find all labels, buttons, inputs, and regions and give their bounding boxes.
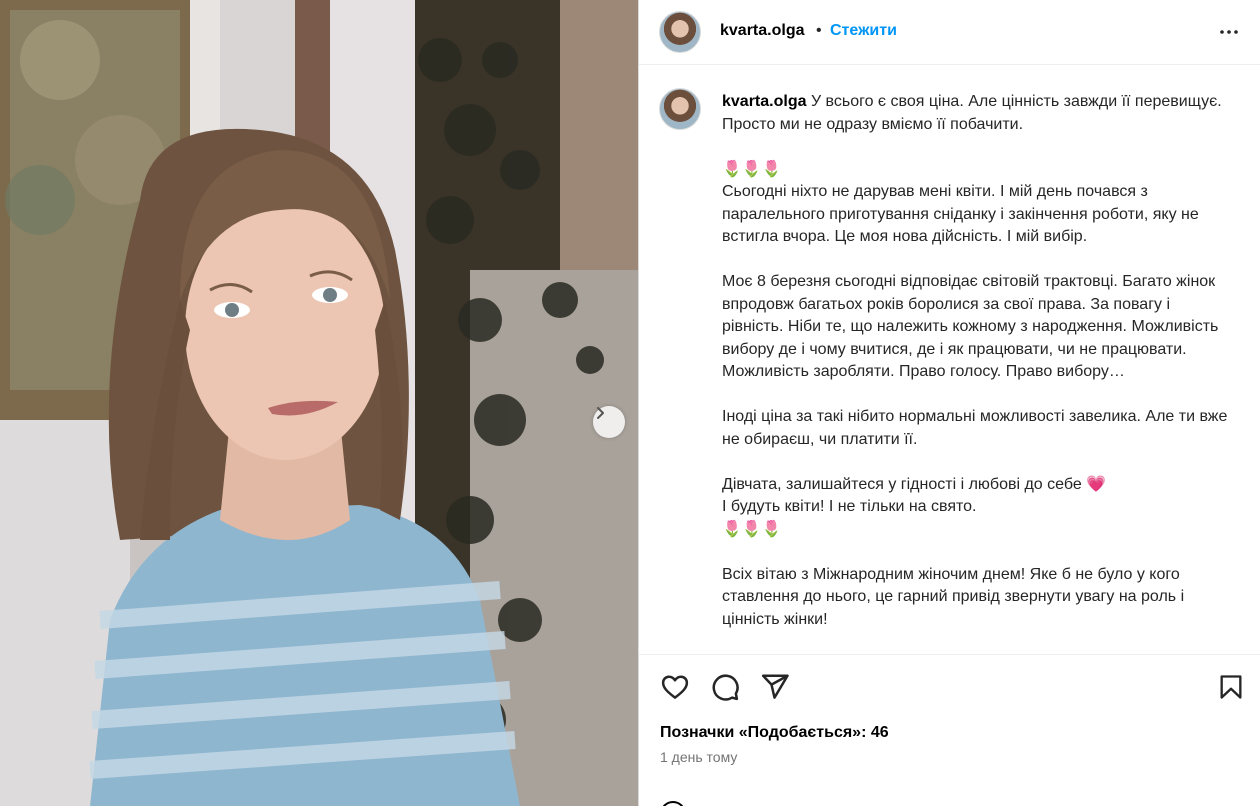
header-username[interactable]: kvarta.olga bbox=[720, 22, 804, 40]
bookmark-icon bbox=[1220, 675, 1242, 699]
like-button[interactable] bbox=[659, 671, 691, 703]
caption-username[interactable]: kvarta.olga bbox=[722, 93, 806, 110]
likes-count[interactable]: Позначки «Подобається»: 46 bbox=[660, 724, 889, 742]
post-details-panel: kvarta.olga • Стежити kvarta.olga У всьо… bbox=[638, 0, 1260, 806]
avatar[interactable] bbox=[659, 11, 701, 53]
chevron-right-icon bbox=[597, 407, 604, 419]
post-caption: kvarta.olga У всього є своя ціна. Але ці… bbox=[722, 91, 1234, 631]
more-icon bbox=[1220, 30, 1238, 34]
caption-text: У всього є своя ціна. Але цінність завжд… bbox=[722, 93, 1228, 628]
comment-icon bbox=[712, 674, 739, 701]
selfie-image bbox=[0, 0, 638, 806]
post-actions: Позначки «Подобається»: 46 1 день тому bbox=[639, 654, 1260, 806]
share-button[interactable] bbox=[759, 671, 791, 703]
separator-dot: • bbox=[816, 22, 822, 39]
follow-button[interactable]: Стежити bbox=[830, 22, 897, 40]
share-icon bbox=[761, 674, 789, 699]
caption-avatar[interactable] bbox=[659, 88, 701, 130]
comments-area: kvarta.olga У всього є своя ціна. Але ці… bbox=[639, 66, 1260, 654]
heart-icon bbox=[661, 675, 689, 699]
post-timestamp[interactable]: 1 день тому bbox=[660, 749, 737, 765]
next-image-button[interactable] bbox=[593, 406, 625, 438]
more-options-button[interactable] bbox=[1217, 20, 1241, 44]
post-photo bbox=[0, 0, 638, 806]
emoji-icon[interactable] bbox=[660, 801, 686, 806]
comment-button[interactable] bbox=[709, 671, 741, 703]
post-header: kvarta.olga • Стежити bbox=[639, 0, 1260, 65]
save-button[interactable] bbox=[1215, 671, 1247, 703]
